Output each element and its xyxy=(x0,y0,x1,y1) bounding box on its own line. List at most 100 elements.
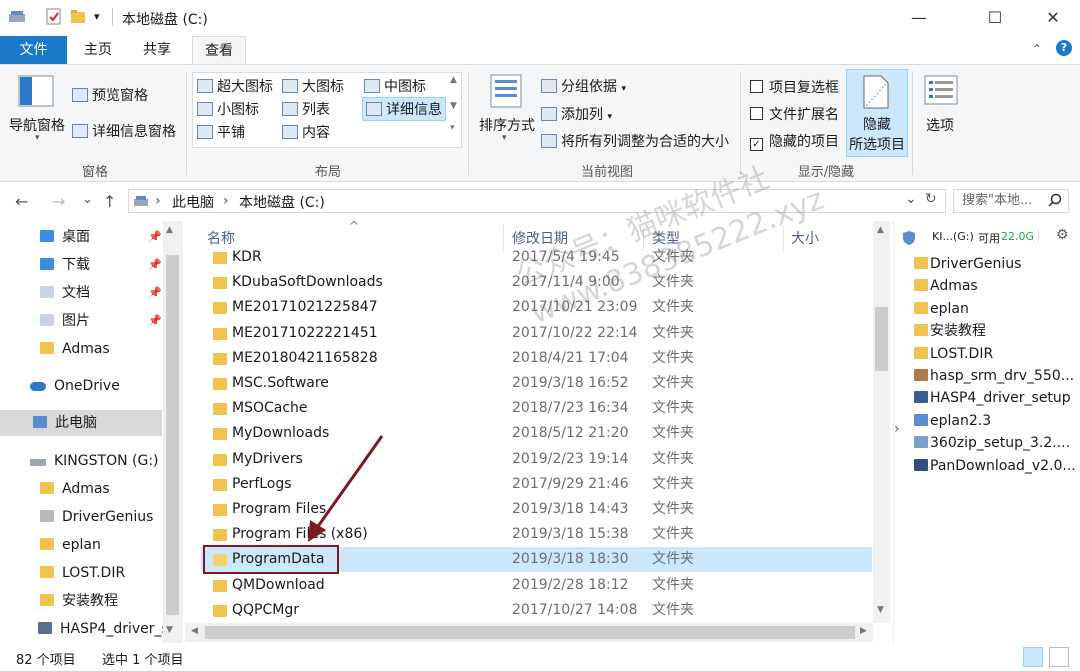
file-extensions-toggle[interactable]: 文件扩展名 xyxy=(750,104,839,124)
file-list-scroll-thumb[interactable] xyxy=(875,307,888,371)
tree-item-hasp4[interactable]: HASP4_driver_s xyxy=(0,616,169,642)
nav-pane-icon[interactable] xyxy=(18,75,54,113)
refresh-button[interactable]: ↻ xyxy=(925,191,937,207)
file-row[interactable]: KDubaSoftDownloads 2017/11/4 9:00 文件夹 xyxy=(201,270,872,295)
group-by-button[interactable]: 分组依据 ▾ xyxy=(541,76,626,96)
tab-share[interactable]: 共享 xyxy=(135,36,179,64)
close-button[interactable]: ✕ xyxy=(1030,0,1076,36)
large-icons-view-icon[interactable] xyxy=(1049,647,1069,667)
nav-pane-dropdown-icon[interactable]: ▾ xyxy=(35,133,40,143)
back-button[interactable]: ← xyxy=(15,192,28,211)
file-row[interactable]: ME20171021225847 2017/10/21 23:09 文件夹 xyxy=(201,295,872,320)
side-panel-item[interactable]: 安装教程 xyxy=(914,320,986,342)
scroll-down-icon[interactable]: ▼ xyxy=(877,605,884,615)
side-panel-item[interactable]: HASP4_driver_setup xyxy=(914,387,1071,409)
details-pane-button[interactable]: 详细信息窗格 xyxy=(72,121,176,141)
help-icon[interactable]: ? xyxy=(1056,40,1072,56)
pin-icon[interactable]: 📌 xyxy=(148,224,162,250)
file-row[interactable]: QQPCMgr 2017/10/27 14:08 文件夹 xyxy=(201,598,872,623)
recent-locations-button[interactable]: ⌄ xyxy=(82,192,93,207)
layout-medium-icons[interactable]: 中图标 xyxy=(364,76,426,96)
tab-file[interactable]: 文件 xyxy=(0,36,67,64)
tab-view[interactable]: 查看 xyxy=(192,36,246,65)
fit-columns-button[interactable]: 将所有列调整为合适的大小 xyxy=(541,131,729,151)
layout-small-icons[interactable]: 小图标 xyxy=(197,99,259,119)
tree-item-downloads[interactable]: 下载 📌 xyxy=(0,252,162,278)
side-panel-item[interactable]: 360zip_setup_3.2.... xyxy=(914,432,1070,454)
sort-by-button[interactable]: 排序方式 xyxy=(479,115,535,135)
side-panel-item[interactable]: LOST.DIR xyxy=(914,343,993,365)
properties-icon[interactable] xyxy=(46,8,62,26)
tree-scrollbar[interactable]: ▲ ▼ xyxy=(163,221,183,643)
tab-home[interactable]: 主页 xyxy=(76,36,120,64)
expand-panel-icon[interactable]: › xyxy=(894,421,908,445)
tree-item-desktop[interactable]: 桌面 📌 xyxy=(0,224,162,250)
tree-item-drivergenius[interactable]: DriverGenius xyxy=(0,504,162,530)
file-row[interactable]: ME20171022221451 2017/10/22 22:14 文件夹 xyxy=(201,321,872,346)
tree-scroll-thumb[interactable] xyxy=(166,255,179,615)
layout-tiles[interactable]: 平铺 xyxy=(197,122,245,142)
address-dropdown-button[interactable]: ⌄ xyxy=(905,191,917,207)
details-view-icon[interactable] xyxy=(1023,647,1043,667)
tree-item-admas-g[interactable]: Admas xyxy=(0,476,162,502)
gallery-scroll-down-icon[interactable]: ▼ xyxy=(450,101,457,111)
horizontal-scrollbar[interactable]: ◀ ▶ xyxy=(185,623,873,642)
quick-access-dropdown-icon[interactable]: ▾ xyxy=(94,8,110,26)
tree-item-onedrive[interactable]: OneDrive xyxy=(0,373,162,399)
side-panel-item[interactable]: hasp_srm_drv_550... xyxy=(914,365,1074,387)
layout-content[interactable]: 内容 xyxy=(282,122,330,142)
tree-item-lost-dir[interactable]: LOST.DIR xyxy=(0,560,162,586)
side-panel-item[interactable]: eplan xyxy=(914,298,969,320)
side-panel-item[interactable]: eplan2.3 xyxy=(914,410,991,432)
hidden-items-toggle[interactable]: ✓ 隐藏的项目 xyxy=(750,131,839,151)
add-column-button[interactable]: 添加列 ▾ xyxy=(541,104,612,124)
pin-icon[interactable]: 📌 xyxy=(148,252,162,278)
tree-item-pictures[interactable]: 图片 📌 xyxy=(0,308,162,334)
file-row[interactable]: QMDownload 2019/2/28 18:12 文件夹 xyxy=(201,573,872,598)
side-panel-item[interactable]: Admas xyxy=(914,275,978,297)
drive-icon[interactable] xyxy=(8,8,26,26)
layout-list[interactable]: 列表 xyxy=(282,99,330,119)
pin-icon[interactable]: 📌 xyxy=(148,308,162,334)
gallery-expand-icon[interactable]: ▾ xyxy=(450,123,455,133)
maximize-button[interactable]: ☐ xyxy=(972,0,1018,36)
breadcrumb-drive-c[interactable]: 本地磁盘 (C:) xyxy=(239,192,325,212)
search-input[interactable]: 搜索"本地... xyxy=(953,189,1069,213)
scroll-up-icon[interactable]: ▲ xyxy=(877,225,884,235)
pin-icon[interactable]: 📌 xyxy=(148,280,162,306)
scroll-left-icon[interactable]: ◀ xyxy=(191,626,198,636)
layout-large-icons[interactable]: 大图标 xyxy=(282,76,344,96)
nav-pane-button[interactable]: 导航窗格 xyxy=(9,115,65,135)
minimize-button[interactable]: — xyxy=(896,0,942,36)
options-icon[interactable] xyxy=(924,75,958,111)
collapse-ribbon-icon[interactable]: ⌃ xyxy=(1032,42,1042,56)
layout-xl-icons[interactable]: 超大图标 xyxy=(197,76,273,96)
sort-by-icon[interactable] xyxy=(490,74,522,112)
preview-pane-button[interactable]: 预览窗格 xyxy=(72,85,148,105)
file-row[interactable]: KDR 2017/5/4 19:45 文件夹 xyxy=(201,245,872,270)
sort-by-dropdown-icon[interactable]: ▾ xyxy=(502,133,507,143)
tree-item-kingston[interactable]: KINGSTON (G:) xyxy=(0,448,162,474)
new-folder-icon[interactable] xyxy=(70,8,86,26)
hide-selected-button[interactable]: 隐藏 所选项目 xyxy=(846,69,908,157)
address-bar[interactable]: › 此电脑 › 本地磁盘 (C:) ⌄ ↻ xyxy=(128,189,946,213)
options-button[interactable]: 选项 xyxy=(926,115,954,135)
breadcrumb-this-pc[interactable]: 此电脑 xyxy=(172,192,214,212)
gallery-scroll-up-icon[interactable]: ▲ xyxy=(450,75,457,85)
side-panel-item[interactable]: DriverGenius xyxy=(914,253,1021,275)
scroll-down-icon[interactable]: ▼ xyxy=(166,625,173,635)
tree-item-admas[interactable]: Admas xyxy=(0,336,162,362)
scroll-right-icon[interactable]: ▶ xyxy=(860,626,867,636)
tree-item-eplan[interactable]: eplan xyxy=(0,532,162,558)
up-button[interactable]: ↑ xyxy=(103,192,116,211)
layout-details[interactable]: 详细信息 xyxy=(362,97,446,121)
tree-item-documents[interactable]: 文档 📌 xyxy=(0,280,162,306)
file-row[interactable]: MSC.Software 2019/3/18 16:52 文件夹 xyxy=(201,371,872,396)
horizontal-scroll-thumb[interactable] xyxy=(205,626,855,639)
side-panel-item[interactable]: PanDownload_v2.0... xyxy=(914,455,1076,477)
forward-button[interactable]: → xyxy=(52,192,65,211)
file-list-scrollbar[interactable]: ▲ ▼ xyxy=(873,221,890,623)
item-checkboxes-toggle[interactable]: 项目复选框 xyxy=(750,77,839,97)
gear-icon[interactable]: ⚙ xyxy=(1056,227,1069,243)
file-row[interactable]: ME20180421165828 2018/4/21 17:04 文件夹 xyxy=(201,346,872,371)
